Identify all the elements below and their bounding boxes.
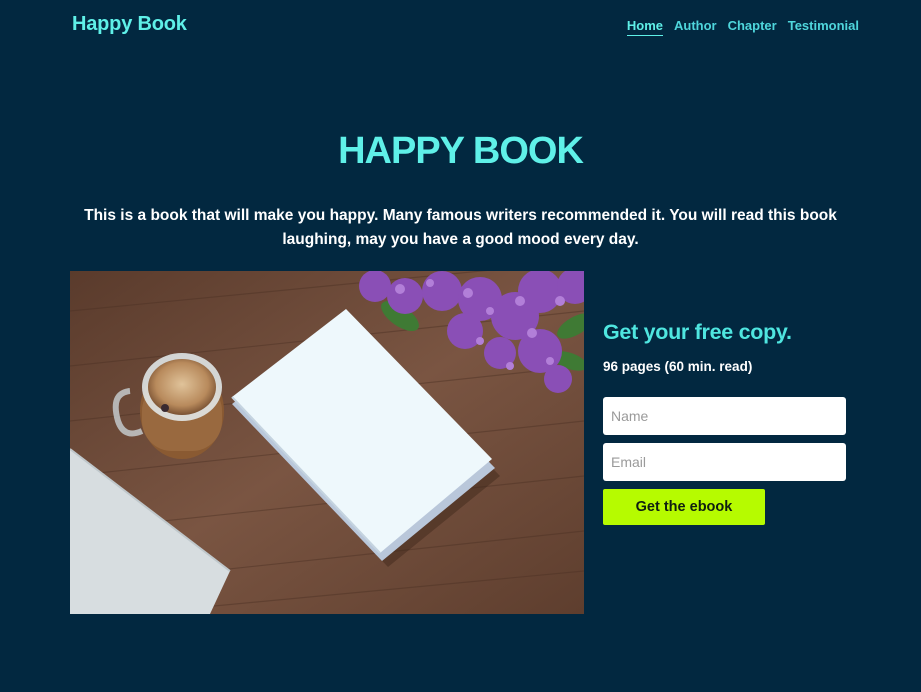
nav-link-author[interactable]: Author	[674, 18, 717, 36]
signup-form: Get your free copy. 96 pages (60 min. re…	[603, 320, 846, 525]
name-field[interactable]	[603, 397, 846, 435]
email-field[interactable]	[603, 443, 846, 481]
nav-link-chapter[interactable]: Chapter	[728, 18, 777, 36]
hero-description: This is a book that will make you happy.…	[84, 207, 837, 248]
hero-photo	[70, 271, 584, 614]
nav-link-home[interactable]: Home	[626, 18, 663, 36]
site-logo[interactable]: Happy Book	[72, 13, 187, 36]
nav-link-testimonial[interactable]: Testimonial	[788, 18, 859, 36]
main-nav: Home Author Chapter Testimonial	[626, 18, 859, 36]
book-meta: 96 pages (60 min. read)	[603, 359, 753, 374]
hero-title: HAPPY BOOK	[338, 130, 584, 172]
book-coffee-lilac-photo	[70, 271, 584, 614]
get-ebook-button[interactable]: Get the ebook	[603, 489, 765, 525]
signup-title: Get your free copy.	[603, 320, 792, 344]
page: Happy Book Home Author Chapter Testimoni…	[0, 0, 921, 692]
